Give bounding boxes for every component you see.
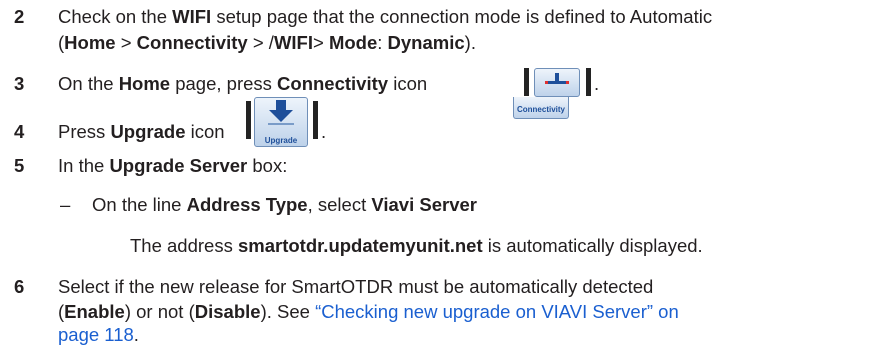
icon-edge <box>586 68 591 96</box>
step-4-period: . <box>321 121 327 142</box>
step-6-line-1: Select if the new release for SmartOTDR … <box>58 276 654 297</box>
step-number-3: 3 <box>14 73 25 94</box>
cross-reference-link[interactable]: “Checking new upgrade on VIAVI Server” o… <box>315 301 679 322</box>
step-4-text: Press Upgrade icon <box>58 121 225 142</box>
substep-text: On the line Address Type, select Viavi S… <box>92 194 477 215</box>
step-number-6: 6 <box>14 276 25 297</box>
step-3-period: . <box>594 73 600 94</box>
icon-edge <box>524 68 529 96</box>
substep-dash: – <box>60 194 71 215</box>
step-number-2: 2 <box>14 6 25 27</box>
step-number-5: 5 <box>14 155 25 176</box>
connectivity-icon-caption: Connectivity <box>513 97 569 119</box>
icon-edge <box>313 101 318 139</box>
result-note: The address smartotdr.updatemyunit.net i… <box>130 235 703 256</box>
step-2-line-1: Check on the WIFI setup page that the co… <box>58 6 713 27</box>
page-link[interactable]: page 118 <box>58 324 134 345</box>
upgrade-arrow-icon: Upgrade <box>254 97 308 147</box>
step-number-4: 4 <box>14 121 25 142</box>
step-6-line-3: page 118. <box>58 324 139 345</box>
step-2-line-2: (Home > Connectivity > /WIFI> Mode: Dyna… <box>58 32 476 53</box>
step-6-line-2: (Enable) or not (Disable). See “Checking… <box>58 301 679 322</box>
step-5-text: In the Upgrade Server box: <box>58 155 288 176</box>
icon-edge <box>246 101 251 139</box>
connectivity-icon <box>534 68 580 97</box>
step-3-text: On the Home page, press Connectivity ico… <box>58 73 428 94</box>
